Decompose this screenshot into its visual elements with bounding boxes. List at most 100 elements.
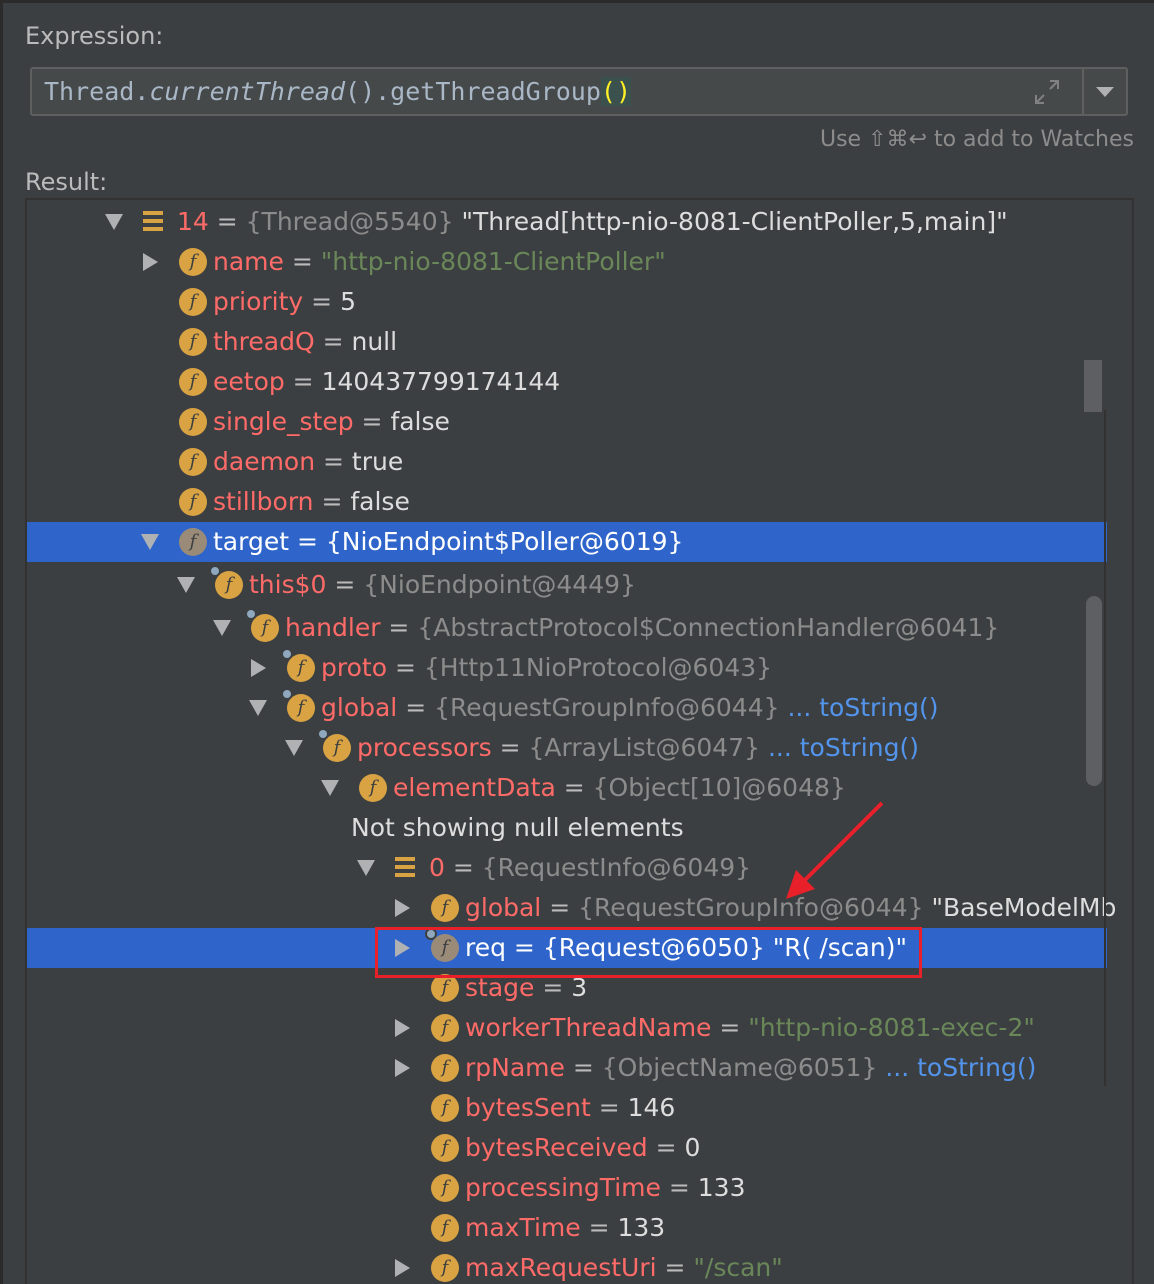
expression-text[interactable]: Thread.currentThread().getThreadGroup() [44, 77, 632, 106]
field-name: this$0 [249, 570, 327, 599]
tree-row-text: global = {RequestGroupInfo@6044} "BaseMo… [465, 888, 1116, 928]
result-tree[interactable]: 14 = {Thread@5540} "Thread[http-nio-8081… [25, 198, 1134, 1284]
tree-row-text: name = "http-nio-8081-ClientPoller" [213, 242, 666, 282]
type-reference: {ObjectName@6051} [601, 1053, 878, 1082]
equals-sign: = [289, 527, 326, 556]
tree-row-processingTime[interactable]: f processingTime = 133 [27, 1168, 1107, 1208]
tree-row-rpName[interactable]: f rpName = {ObjectName@6051} ... toString… [27, 1048, 1107, 1088]
tree-row-0[interactable]: 0 = {RequestInfo@6049} [27, 848, 1107, 888]
equals-sign: = [541, 893, 579, 922]
field-icon: f [179, 528, 207, 556]
collapse-arrow-icon[interactable] [357, 848, 377, 888]
tree-row-bytesReceived[interactable]: f bytesReceived = 0 [27, 1128, 1107, 1168]
field-icon: f [179, 488, 207, 516]
tree-row-elementData[interactable]: f elementData = {Object[10]@6048} [27, 768, 1107, 808]
expand-arrow-icon[interactable] [393, 1008, 413, 1048]
field-icon: f [431, 1254, 459, 1282]
collapse-arrow-icon[interactable] [321, 768, 341, 808]
field-value: 133 [697, 1173, 746, 1202]
field-icon: f [431, 1174, 459, 1202]
field-name: threadQ [213, 327, 315, 356]
expand-arrow-icon[interactable] [249, 648, 269, 688]
to-string-link[interactable]: ... toString() [877, 1053, 1036, 1082]
field-icon: f [179, 408, 207, 436]
tree-row-text: proto = {Http11NioProtocol@6043} [321, 648, 772, 688]
tree-row-maxTime[interactable]: f maxTime = 133 [27, 1208, 1107, 1248]
collapse-arrow-icon[interactable] [105, 202, 125, 242]
tree-row-threadQ[interactable]: f threadQ = null [27, 322, 1107, 362]
expand-icon[interactable] [1032, 77, 1062, 107]
equals-sign: = [314, 327, 352, 356]
expression-input[interactable]: Thread.currentThread().getThreadGroup() [30, 67, 1128, 116]
collapse-arrow-icon[interactable] [285, 728, 305, 768]
tree-row-processors[interactable]: f processors = {ArrayList@6047} ... toStr… [27, 728, 1107, 768]
field-name: processors [357, 733, 492, 762]
scrollbar-thumb-top[interactable] [1084, 360, 1102, 412]
tree-row-daemon[interactable]: f daemon = true [27, 442, 1107, 482]
collapse-arrow-icon[interactable] [249, 688, 269, 728]
field-name: proto [321, 653, 387, 682]
expand-arrow-icon[interactable] [393, 1048, 413, 1088]
tree-row-eetop[interactable]: f eetop = 140437799174144 [27, 362, 1107, 402]
field-icon: f [179, 368, 207, 396]
tree-row-text: handler = {AbstractProtocol$ConnectionHa… [285, 608, 999, 648]
collapse-arrow-icon[interactable] [213, 608, 233, 648]
to-string-link[interactable]: ... toString() [780, 693, 938, 722]
tree-row-name[interactable]: f name = "http-nio-8081-ClientPoller" [27, 242, 1107, 282]
history-dropdown-icon[interactable] [1096, 87, 1114, 97]
equals-sign: = [711, 1013, 749, 1042]
tree-row-global[interactable]: f global = {RequestGroupInfo@6044} "BaseM… [27, 888, 1116, 928]
tree-row-14[interactable]: 14 = {Thread@5540} "Thread[http-nio-8081… [27, 202, 1107, 242]
equals-sign: = [555, 773, 593, 802]
collapse-arrow-icon[interactable] [141, 522, 161, 562]
tree-row-maxRequestUri[interactable]: f maxRequestUri = "/scan" [27, 1248, 1107, 1284]
field-icon: f [179, 448, 207, 476]
equals-sign: = [656, 1253, 694, 1282]
array-icon [395, 857, 419, 879]
tree-row-bytesSent[interactable]: f bytesSent = 146 [27, 1088, 1107, 1128]
equals-sign: = [660, 1173, 698, 1202]
tree-row-text: stillborn = false [213, 482, 410, 522]
equals-sign: = [315, 447, 352, 476]
field-name: daemon [213, 447, 316, 476]
tree-row-priority[interactable]: f priority = 5 [27, 282, 1107, 322]
equals-sign: = [647, 1133, 685, 1162]
tree-row-text: bytesReceived = 0 [465, 1128, 700, 1168]
tree-row-proto[interactable]: f proto = {Http11NioProtocol@6043} [27, 648, 1107, 688]
field-name: maxTime [465, 1213, 581, 1242]
tree-row-global[interactable]: f global = {RequestGroupInfo@6044} ... to… [27, 688, 1107, 728]
field-name: global [321, 693, 398, 722]
tree-row-text: single_step = false [213, 402, 450, 442]
to-string-link[interactable]: ... toString() [760, 733, 919, 762]
tree-row-text: bytesSent = 146 [465, 1088, 675, 1128]
field-icon: f [431, 1134, 459, 1162]
tree-row-text: daemon = true [213, 442, 403, 482]
tree-row-stillborn[interactable]: f stillborn = false [27, 482, 1107, 522]
field-value: "http-nio-8081-ClientPoller" [320, 247, 666, 276]
tree-row-this$0[interactable]: f this$0 = {NioEndpoint@4449} [27, 565, 1107, 605]
field-icon: f [317, 728, 351, 762]
type-reference: {Http11NioProtocol@6043} [423, 653, 773, 682]
expand-arrow-icon[interactable] [141, 242, 161, 282]
expand-arrow-icon[interactable] [393, 888, 413, 928]
field-value: "/scan" [693, 1253, 783, 1282]
expand-arrow-icon[interactable] [393, 1248, 413, 1284]
field-name: single_step [213, 407, 354, 436]
tree-row-target[interactable]: f target = {NioEndpoint$Poller@6019} [27, 522, 1107, 562]
tree-row-text: processors = {ArrayList@6047} ... toStri… [357, 728, 919, 768]
collapse-arrow-icon[interactable] [177, 565, 197, 605]
equals-sign: = [283, 247, 321, 276]
annotation-highlight-box [375, 927, 922, 978]
tree-row-workerThreadName[interactable]: f workerThreadName = "http-nio-8081-exec-… [27, 1008, 1107, 1048]
tree-note: Not showing null elements [27, 808, 1107, 848]
type-reference: {AbstractProtocol$ConnectionHandler@6041… [417, 613, 1000, 642]
scrollbar-thumb[interactable] [1086, 596, 1102, 786]
equals-sign: = [208, 207, 246, 236]
field-name: rpName [465, 1053, 565, 1082]
tree-row-single_step[interactable]: f single_step = false [27, 402, 1107, 442]
tree-row-handler[interactable]: f handler = {AbstractProtocol$ConnectionH… [27, 608, 1107, 648]
field-icon: f [431, 1214, 459, 1242]
result-label: Result: [25, 168, 108, 196]
field-name: global [465, 893, 542, 922]
type-reference: {RequestGroupInfo@6044} [434, 693, 780, 722]
